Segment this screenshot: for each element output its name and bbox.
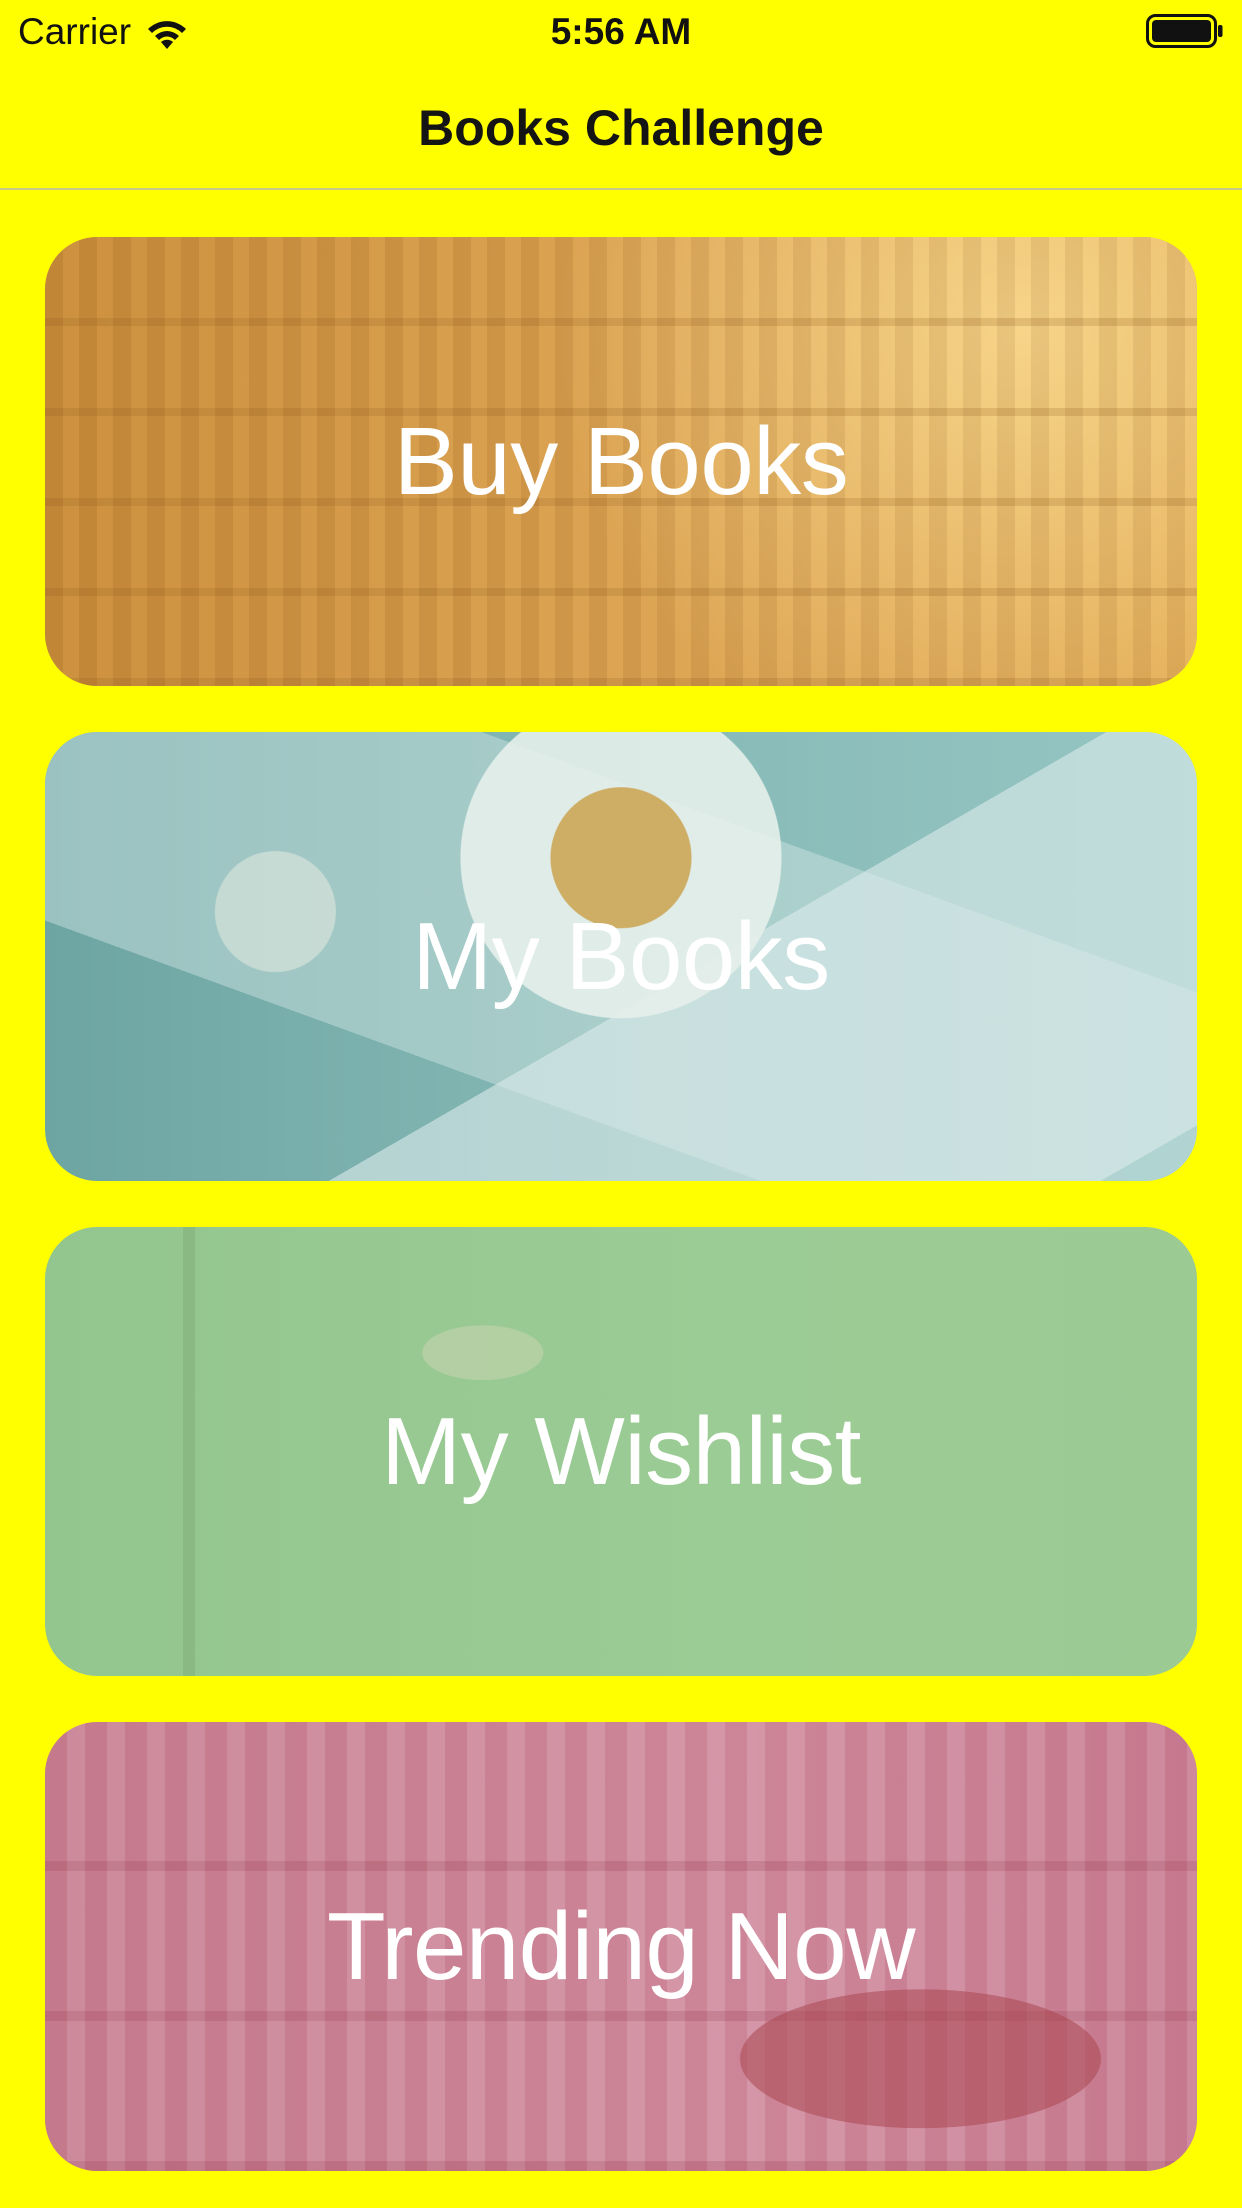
- card-label: Trending Now: [326, 1892, 916, 2000]
- status-time: 5:56 AM: [550, 11, 692, 52]
- card-label: My Wishlist: [381, 1397, 861, 1505]
- status-bar: Carrier 5:56 AM: [0, 0, 1242, 62]
- battery-icon: [1146, 14, 1224, 48]
- card-label: My Books: [412, 902, 830, 1010]
- my-wishlist-card[interactable]: My Wishlist: [45, 1227, 1197, 1676]
- card-label: Buy Books: [393, 407, 849, 515]
- trending-now-card[interactable]: Trending Now: [45, 1722, 1197, 2171]
- navigation-bar: Books Challenge: [0, 62, 1242, 190]
- my-books-card[interactable]: My Books: [45, 732, 1197, 1181]
- page-title: Books Challenge: [418, 100, 824, 156]
- buy-books-card[interactable]: Buy Books: [45, 237, 1197, 686]
